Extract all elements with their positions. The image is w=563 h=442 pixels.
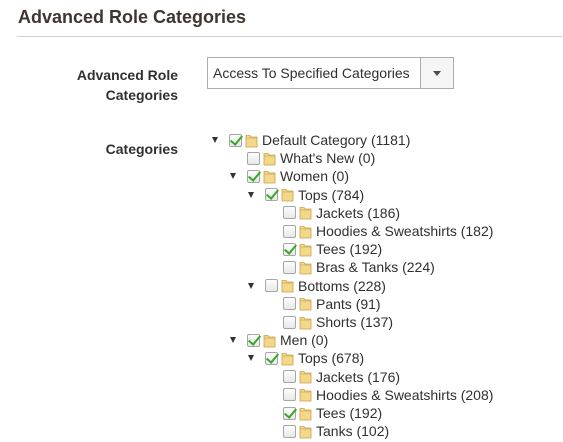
advanced-role-select[interactable]: Access To Specified Categories (207, 57, 454, 89)
tree-node-women-bottoms[interactable]: Bottoms (228) (248, 277, 386, 295)
checkbox-icon[interactable] (283, 242, 296, 256)
tree-node-label[interactable]: Jackets (186) (316, 205, 400, 221)
advanced-role-label-line2: Categories (105, 87, 178, 103)
tree-node-women-pants[interactable]: Pants (91) (266, 295, 381, 313)
checkbox-icon[interactable] (265, 279, 278, 293)
advanced-role-label: Advanced Role Categories (30, 65, 178, 105)
tree-node-men-tops[interactable]: Tops (678) (248, 349, 364, 367)
folder-icon (299, 387, 312, 402)
tree-node-label[interactable]: Shorts (137) (316, 314, 393, 330)
folder-icon (245, 133, 258, 148)
checkbox-icon[interactable] (283, 297, 296, 311)
expand-triangle-icon[interactable] (248, 355, 254, 362)
tree-node-label[interactable]: Tees (192) (316, 405, 382, 421)
advanced-role-select-value: Access To Specified Categories (213, 65, 410, 81)
tree-node-women-jackets[interactable]: Jackets (186) (266, 204, 400, 222)
checkbox-icon[interactable] (265, 188, 278, 202)
checkbox-icon[interactable] (283, 224, 296, 238)
tree-node-men-jackets[interactable]: Jackets (176) (266, 368, 400, 386)
folder-icon (263, 333, 276, 348)
chevron-down-icon (433, 70, 441, 76)
folder-icon (281, 187, 294, 202)
folder-icon (281, 278, 294, 293)
tree-node-label[interactable]: Hoodies & Sweatshirts (182) (316, 223, 493, 239)
tree-node-label[interactable]: Tops (784) (298, 187, 364, 203)
checkbox-icon[interactable] (283, 406, 296, 420)
tree-node-women-hoodies[interactable]: Hoodies & Sweatshirts (182) (266, 222, 493, 240)
folder-icon (299, 205, 312, 220)
checkbox-icon[interactable] (283, 370, 296, 384)
tree-node-men-tanks[interactable]: Tanks (102) (266, 422, 389, 440)
advanced-role-label-line1: Advanced Role (76, 67, 178, 83)
tree-node-label[interactable]: Hoodies & Sweatshirts (208) (316, 387, 493, 403)
expand-triangle-icon[interactable] (248, 191, 254, 198)
tree-node-women-tees[interactable]: Tees (192) (266, 240, 382, 258)
checkbox-icon[interactable] (283, 424, 296, 438)
tree-node-label[interactable]: Women (0) (280, 168, 349, 184)
folder-icon (299, 406, 312, 421)
tree-node-men-hoodies[interactable]: Hoodies & Sweatshirts (208) (266, 386, 493, 404)
folder-icon (299, 260, 312, 275)
tree-node-label[interactable]: Pants (91) (316, 296, 381, 312)
tree-node-whats-new[interactable]: What's New (0) (230, 149, 375, 167)
checkbox-icon[interactable] (247, 169, 260, 183)
expand-triangle-icon[interactable] (248, 282, 254, 289)
checkbox-icon[interactable] (247, 151, 260, 165)
folder-icon (299, 224, 312, 239)
expand-triangle-icon[interactable] (212, 137, 218, 143)
tree-node-label[interactable]: Men (0) (280, 332, 328, 348)
folder-icon (263, 169, 276, 184)
expand-triangle-icon[interactable] (230, 337, 236, 344)
section-divider (17, 36, 562, 37)
checkbox-icon[interactable] (265, 351, 278, 365)
folder-icon (299, 242, 312, 257)
tree-node-label[interactable]: Tees (192) (316, 241, 382, 257)
section-title: Advanced Role Categories (18, 7, 247, 27)
tree-node-default[interactable]: Default Category (1181) (212, 131, 410, 149)
tree-node-label[interactable]: Bottoms (228) (298, 278, 386, 294)
tree-node-women-shorts[interactable]: Shorts (137) (266, 313, 393, 331)
checkbox-icon[interactable] (283, 315, 296, 329)
tree-node-label[interactable]: Tops (678) (298, 350, 364, 366)
expand-triangle-icon[interactable] (230, 173, 236, 180)
checkbox-icon[interactable] (283, 260, 296, 274)
tree-node-label[interactable]: What's New (0) (280, 150, 375, 166)
tree-node-women-bras[interactable]: Bras & Tanks (224) (266, 258, 435, 276)
folder-icon (299, 315, 312, 330)
tree-node-label[interactable]: Tanks (102) (316, 423, 389, 439)
tree-node-label[interactable]: Bras & Tanks (224) (316, 259, 435, 275)
folder-icon (263, 151, 276, 166)
tree-node-women-tops[interactable]: Tops (784) (248, 186, 364, 204)
tree-node-label[interactable]: Default Category (1181) (262, 132, 410, 148)
tree-node-women[interactable]: Women (0) (230, 167, 349, 185)
dropdown-button[interactable] (420, 58, 453, 88)
checkbox-icon[interactable] (283, 388, 296, 402)
checkbox-icon[interactable] (283, 206, 296, 220)
checkbox-icon[interactable] (229, 133, 242, 147)
tree-node-label[interactable]: Jackets (176) (316, 369, 400, 385)
checkbox-icon[interactable] (247, 333, 260, 347)
categories-label: Categories (105, 141, 178, 157)
tree-node-men-tees[interactable]: Tees (192) (266, 404, 382, 422)
folder-icon (299, 296, 312, 311)
tree-node-men[interactable]: Men (0) (230, 331, 328, 349)
folder-icon (281, 351, 294, 366)
folder-icon (299, 424, 312, 439)
folder-icon (299, 369, 312, 384)
